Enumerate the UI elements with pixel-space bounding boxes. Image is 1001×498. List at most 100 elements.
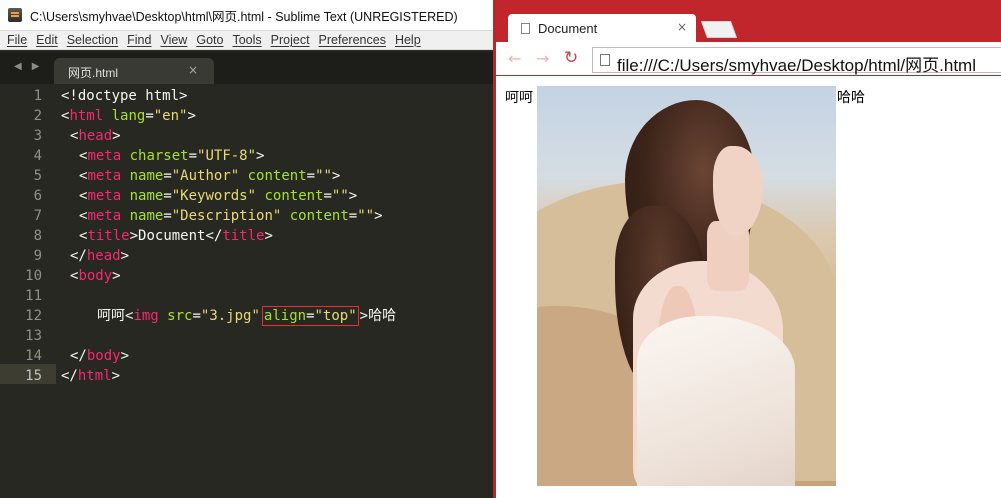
menu-find[interactable]: Find [127,33,151,47]
line-number: 13 [25,328,42,344]
code-token: align [263,308,307,324]
browser-window: Document × ← → ↻ file:///C:/Users/smyhva… [493,0,1001,498]
code-token: body [78,268,113,284]
sublime-menubar: File Edit Selection Find View Goto Tools… [0,31,493,50]
code-token: head [78,128,113,144]
doctype-text: <!doctype html> [61,88,188,104]
menu-view[interactable]: View [160,33,187,47]
code-token: Document [138,228,206,244]
code-token: charset [121,148,189,164]
code-token: meta [87,188,122,204]
menu-goto[interactable]: Goto [196,33,223,47]
code-token: "" [331,188,349,204]
menu-help[interactable]: Help [395,33,421,47]
line-number: 7 [33,208,42,224]
line-number: 3 [33,128,42,144]
code-token: "UTF-8" [197,148,257,164]
code-token: > [187,108,196,124]
code-token: src [158,308,193,324]
code-line-4: <meta charset="UTF-8"> [79,146,264,166]
new-tab-button[interactable] [700,21,738,38]
code-token: meta [87,168,122,184]
code-token: "3.jpg" [200,308,260,324]
menu-preferences[interactable]: Preferences [319,33,386,47]
tab-close-icon[interactable]: × [188,63,198,77]
code-token: title [87,228,130,244]
menu-selection[interactable]: Selection [67,33,118,47]
code-token: name [121,188,164,204]
code-token: content [239,168,307,184]
code-line-2: <html lang="en"> [61,106,196,126]
code-token: = [306,168,316,184]
code-token: > [331,168,341,184]
code-token: "top" [314,308,357,324]
code-line-1: <!doctype html> [61,86,187,106]
menu-file[interactable]: File [7,33,27,47]
code-token: = [306,308,315,324]
page-content: 呵呵 哈哈 [496,77,1001,498]
menu-tools[interactable]: Tools [232,33,261,47]
sublime-window: C:\Users\smyhvae\Desktop\html\网页.html - … [0,0,493,498]
code-token: body [86,348,121,364]
line-gutter: 1 2 3 4 5 6 7 8 9 10 11 12 13 14 15 [0,84,56,498]
code-token: > [359,308,369,324]
text-before-image: 呵呵 [505,90,533,106]
line-number: 4 [33,148,42,164]
line-number: 6 [33,188,42,204]
line-number: 8 [33,228,42,244]
line-number: 9 [33,248,42,264]
line-number: 5 [33,168,42,184]
forward-arrow-icon[interactable]: → [536,49,549,68]
code-line-3: <head> [70,126,121,146]
tab-close-icon[interactable]: × [677,20,687,34]
code-token: > [348,188,358,204]
line-number: 1 [33,88,42,104]
line-number: 2 [33,108,42,124]
code-token: 呵呵 [97,308,125,324]
code-token: content [281,208,349,224]
code-token: = [188,148,198,164]
code-token: = [192,308,201,324]
code-editor[interactable]: 1 2 3 4 5 6 7 8 9 10 11 12 13 14 15 <!do… [0,84,493,498]
sublime-file-tab[interactable]: 网页.html × [54,58,214,84]
line-number: 14 [25,348,42,364]
code-token: > [264,228,273,244]
code-token: > [120,248,130,264]
address-bar[interactable]: file:///C:/Users/smyhvae/Desktop/html/网页… [592,47,1001,75]
code-token: name [121,168,164,184]
code-token: > [112,268,121,284]
line-number-active: 15 [25,368,42,384]
line-number: 12 [25,308,42,324]
code-token: title [222,228,265,244]
code-line-6: <meta name="Keywords" content=""> [79,186,357,206]
code-token: "" [315,168,332,184]
reload-icon[interactable]: ↻ [564,48,578,68]
menu-project[interactable]: Project [271,33,310,47]
browser-tab[interactable]: Document × [508,14,696,42]
code-token: > [129,228,139,244]
code-token: = [323,188,332,204]
code-token: </ [70,248,87,264]
browser-toolbar: ← → ↻ file:///C:/Users/smyhvae/Desktop/h… [496,42,1001,76]
tab-prev-arrow-icon[interactable]: ◀ [14,61,22,72]
menu-edit[interactable]: Edit [36,33,58,47]
code-line-15: </html> [61,366,120,386]
code-token: lang [103,108,146,124]
line-number: 11 [25,288,42,304]
code-token: = [145,108,154,124]
code-token: content [256,188,324,204]
code-token: meta [87,148,122,164]
tab-next-arrow-icon[interactable]: ▶ [32,61,40,72]
back-arrow-icon[interactable]: ← [508,49,521,68]
photo-dress [637,316,795,486]
code-token: head [86,248,121,264]
code-token: > [120,348,130,364]
code-token: meta [87,208,122,224]
code-line-14: </body> [70,346,129,366]
code-token: > [111,368,121,384]
code-token: = [348,208,358,224]
code-token: = [163,188,172,204]
page-icon [521,23,530,34]
code-line-5: <meta name="Author" content=""> [79,166,340,186]
code-token: html [69,108,104,124]
